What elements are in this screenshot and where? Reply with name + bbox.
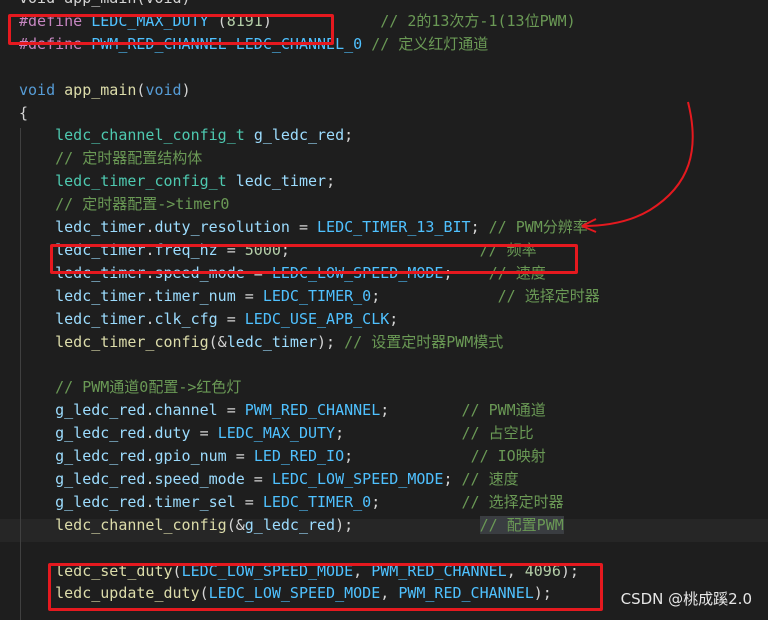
- code-editor[interactable]: void app_main(void)#define LEDC_MAX_DUTY…: [0, 0, 768, 620]
- csdn-watermark: CSDN @桃成蹊2.0: [620, 590, 752, 608]
- annotation-arrow: [581, 101, 694, 233]
